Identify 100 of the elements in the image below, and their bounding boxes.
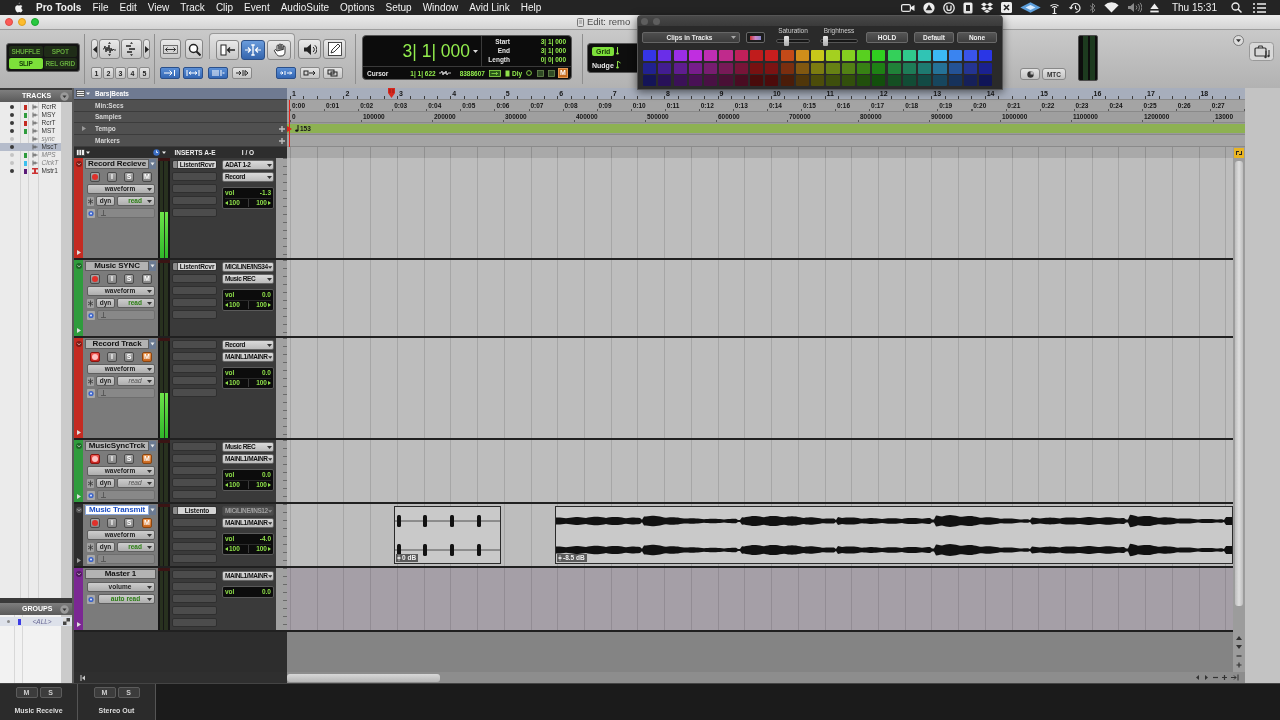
swatch-icon[interactable] <box>658 75 672 86</box>
swatch-icon[interactable] <box>688 62 703 74</box>
swatch-icon[interactable] <box>948 50 962 61</box>
swatch-icon[interactable] <box>918 62 932 74</box>
ruler-view-menu-icon[interactable] <box>76 90 90 97</box>
expand-triangle-icon[interactable] <box>82 126 86 131</box>
swatch-icon[interactable] <box>963 75 978 86</box>
chevron-circle-icon[interactable] <box>75 161 82 167</box>
ring-icon[interactable] <box>87 310 95 320</box>
record-enable-button[interactable] <box>90 352 100 362</box>
dropdown-arrow-icon[interactable] <box>149 441 156 451</box>
close-button[interactable] <box>641 17 648 25</box>
horizontal-scrollbar[interactable] <box>287 672 1245 683</box>
dropdown-circle-icon[interactable] <box>60 604 69 614</box>
menu-item[interactable]: Edit <box>119 1 137 14</box>
ring-icon[interactable] <box>87 388 95 398</box>
menu-item[interactable]: File <box>92 1 109 14</box>
track-name[interactable]: Music Transmit <box>85 505 149 515</box>
visibility-dot-icon[interactable] <box>10 161 14 165</box>
plus-icon[interactable] <box>1235 662 1243 668</box>
slider-track[interactable] <box>776 39 810 43</box>
empty-insert-slot[interactable] <box>172 570 217 579</box>
note-icon[interactable] <box>615 61 622 69</box>
circle-logo-icon[interactable] <box>942 1 955 14</box>
swatch-icon[interactable] <box>841 75 855 86</box>
swatch-icon[interactable] <box>795 75 809 86</box>
asterisk-icon[interactable] <box>87 542 94 552</box>
empty-insert-slot[interactable] <box>172 286 217 295</box>
swatch-icon[interactable] <box>856 50 871 61</box>
empty-insert-slot[interactable] <box>172 274 217 283</box>
swatch-icon[interactable] <box>704 62 718 74</box>
swatch-icon[interactable] <box>704 75 718 86</box>
dropdown-circle-icon[interactable] <box>1233 35 1244 46</box>
left-triangle-icon[interactable] <box>1194 674 1201 681</box>
empty-insert-slot[interactable] <box>172 518 217 527</box>
go-to-end-icon[interactable] <box>1230 674 1240 681</box>
swatch-icon[interactable] <box>979 50 993 61</box>
dropdown-arrow-icon[interactable] <box>149 261 156 271</box>
right-triangle-icon[interactable] <box>1203 674 1210 681</box>
empty-insert-slot[interactable] <box>172 352 217 361</box>
swatch-icon[interactable] <box>902 50 916 61</box>
wifi-icon[interactable] <box>1103 2 1119 13</box>
caret-icon[interactable] <box>473 49 478 53</box>
diamonds-icon[interactable] <box>980 2 993 13</box>
record-enable-button[interactable] <box>90 172 100 182</box>
swatch-icon[interactable] <box>719 62 733 74</box>
swatch-icon[interactable] <box>704 50 718 61</box>
link-selection-button[interactable] <box>183 67 203 79</box>
visibility-dot-icon[interactable] <box>10 137 14 141</box>
chevron-circle-icon[interactable] <box>75 263 82 269</box>
swatch-icon[interactable] <box>719 50 733 61</box>
go-to-start-icon[interactable] <box>80 674 88 681</box>
swatch-icon[interactable] <box>902 62 916 74</box>
track-name[interactable]: Music SYNC <box>85 261 149 271</box>
color-preview-button[interactable] <box>746 32 765 43</box>
swatch-icon[interactable] <box>872 75 886 86</box>
track-name[interactable]: Record Track <box>85 339 149 349</box>
swatch-icon[interactable] <box>658 50 672 61</box>
plus-icon[interactable] <box>279 125 285 132</box>
plus-icon[interactable] <box>279 137 285 144</box>
empty-insert-slot[interactable] <box>172 530 217 539</box>
triangle-icon[interactable] <box>76 250 81 255</box>
swatch-icon[interactable] <box>643 75 657 86</box>
down-triangle-icon[interactable] <box>1235 644 1243 650</box>
triangle-icon[interactable] <box>76 494 81 499</box>
empty-insert-slot[interactable] <box>172 340 217 349</box>
page-icon[interactable] <box>504 69 510 77</box>
arrow-box-icon[interactable] <box>488 69 501 77</box>
swatch-icon[interactable] <box>688 50 703 61</box>
swatch-icon[interactable] <box>887 62 901 74</box>
swatch-icon[interactable] <box>841 62 855 74</box>
chevron-circle-icon[interactable] <box>75 341 82 347</box>
minimize-button[interactable] <box>18 18 26 26</box>
swatch-icon[interactable] <box>826 75 840 86</box>
up-triangle-icon[interactable] <box>1235 635 1243 641</box>
visibility-dot-icon[interactable] <box>10 113 14 117</box>
zoom-in-button[interactable] <box>143 39 150 59</box>
swatch-icon[interactable] <box>765 62 779 74</box>
swatch-icon[interactable] <box>673 50 687 61</box>
insertion-follow-button[interactable] <box>232 67 252 79</box>
keyboard-focus-button[interactable] <box>276 67 296 79</box>
camera-music-icon[interactable] <box>1249 42 1274 61</box>
empty-insert-slot[interactable] <box>172 618 217 627</box>
app-menu[interactable]: Pro Tools <box>36 1 82 14</box>
scrollbar-thumb[interactable] <box>287 673 440 682</box>
slider-thumb[interactable] <box>784 36 789 46</box>
swatch-icon[interactable] <box>765 75 779 86</box>
asterisk-icon[interactable] <box>87 478 94 488</box>
visibility-dot-icon[interactable] <box>10 169 14 173</box>
record-enable-button[interactable] <box>90 274 100 284</box>
swatch-icon[interactable] <box>948 75 962 86</box>
selector-tool-button[interactable] <box>241 40 265 60</box>
swatch-icon[interactable] <box>887 50 901 61</box>
menu-item[interactable]: Help <box>520 1 542 14</box>
swatch-icon[interactable] <box>856 62 871 74</box>
volume-icon[interactable] <box>1126 2 1142 13</box>
swatch-icon[interactable] <box>918 50 932 61</box>
swatch-icon[interactable] <box>933 50 947 61</box>
track-name[interactable]: MusicSyncTrck <box>85 441 149 451</box>
menu-item[interactable]: Clip <box>215 1 234 14</box>
